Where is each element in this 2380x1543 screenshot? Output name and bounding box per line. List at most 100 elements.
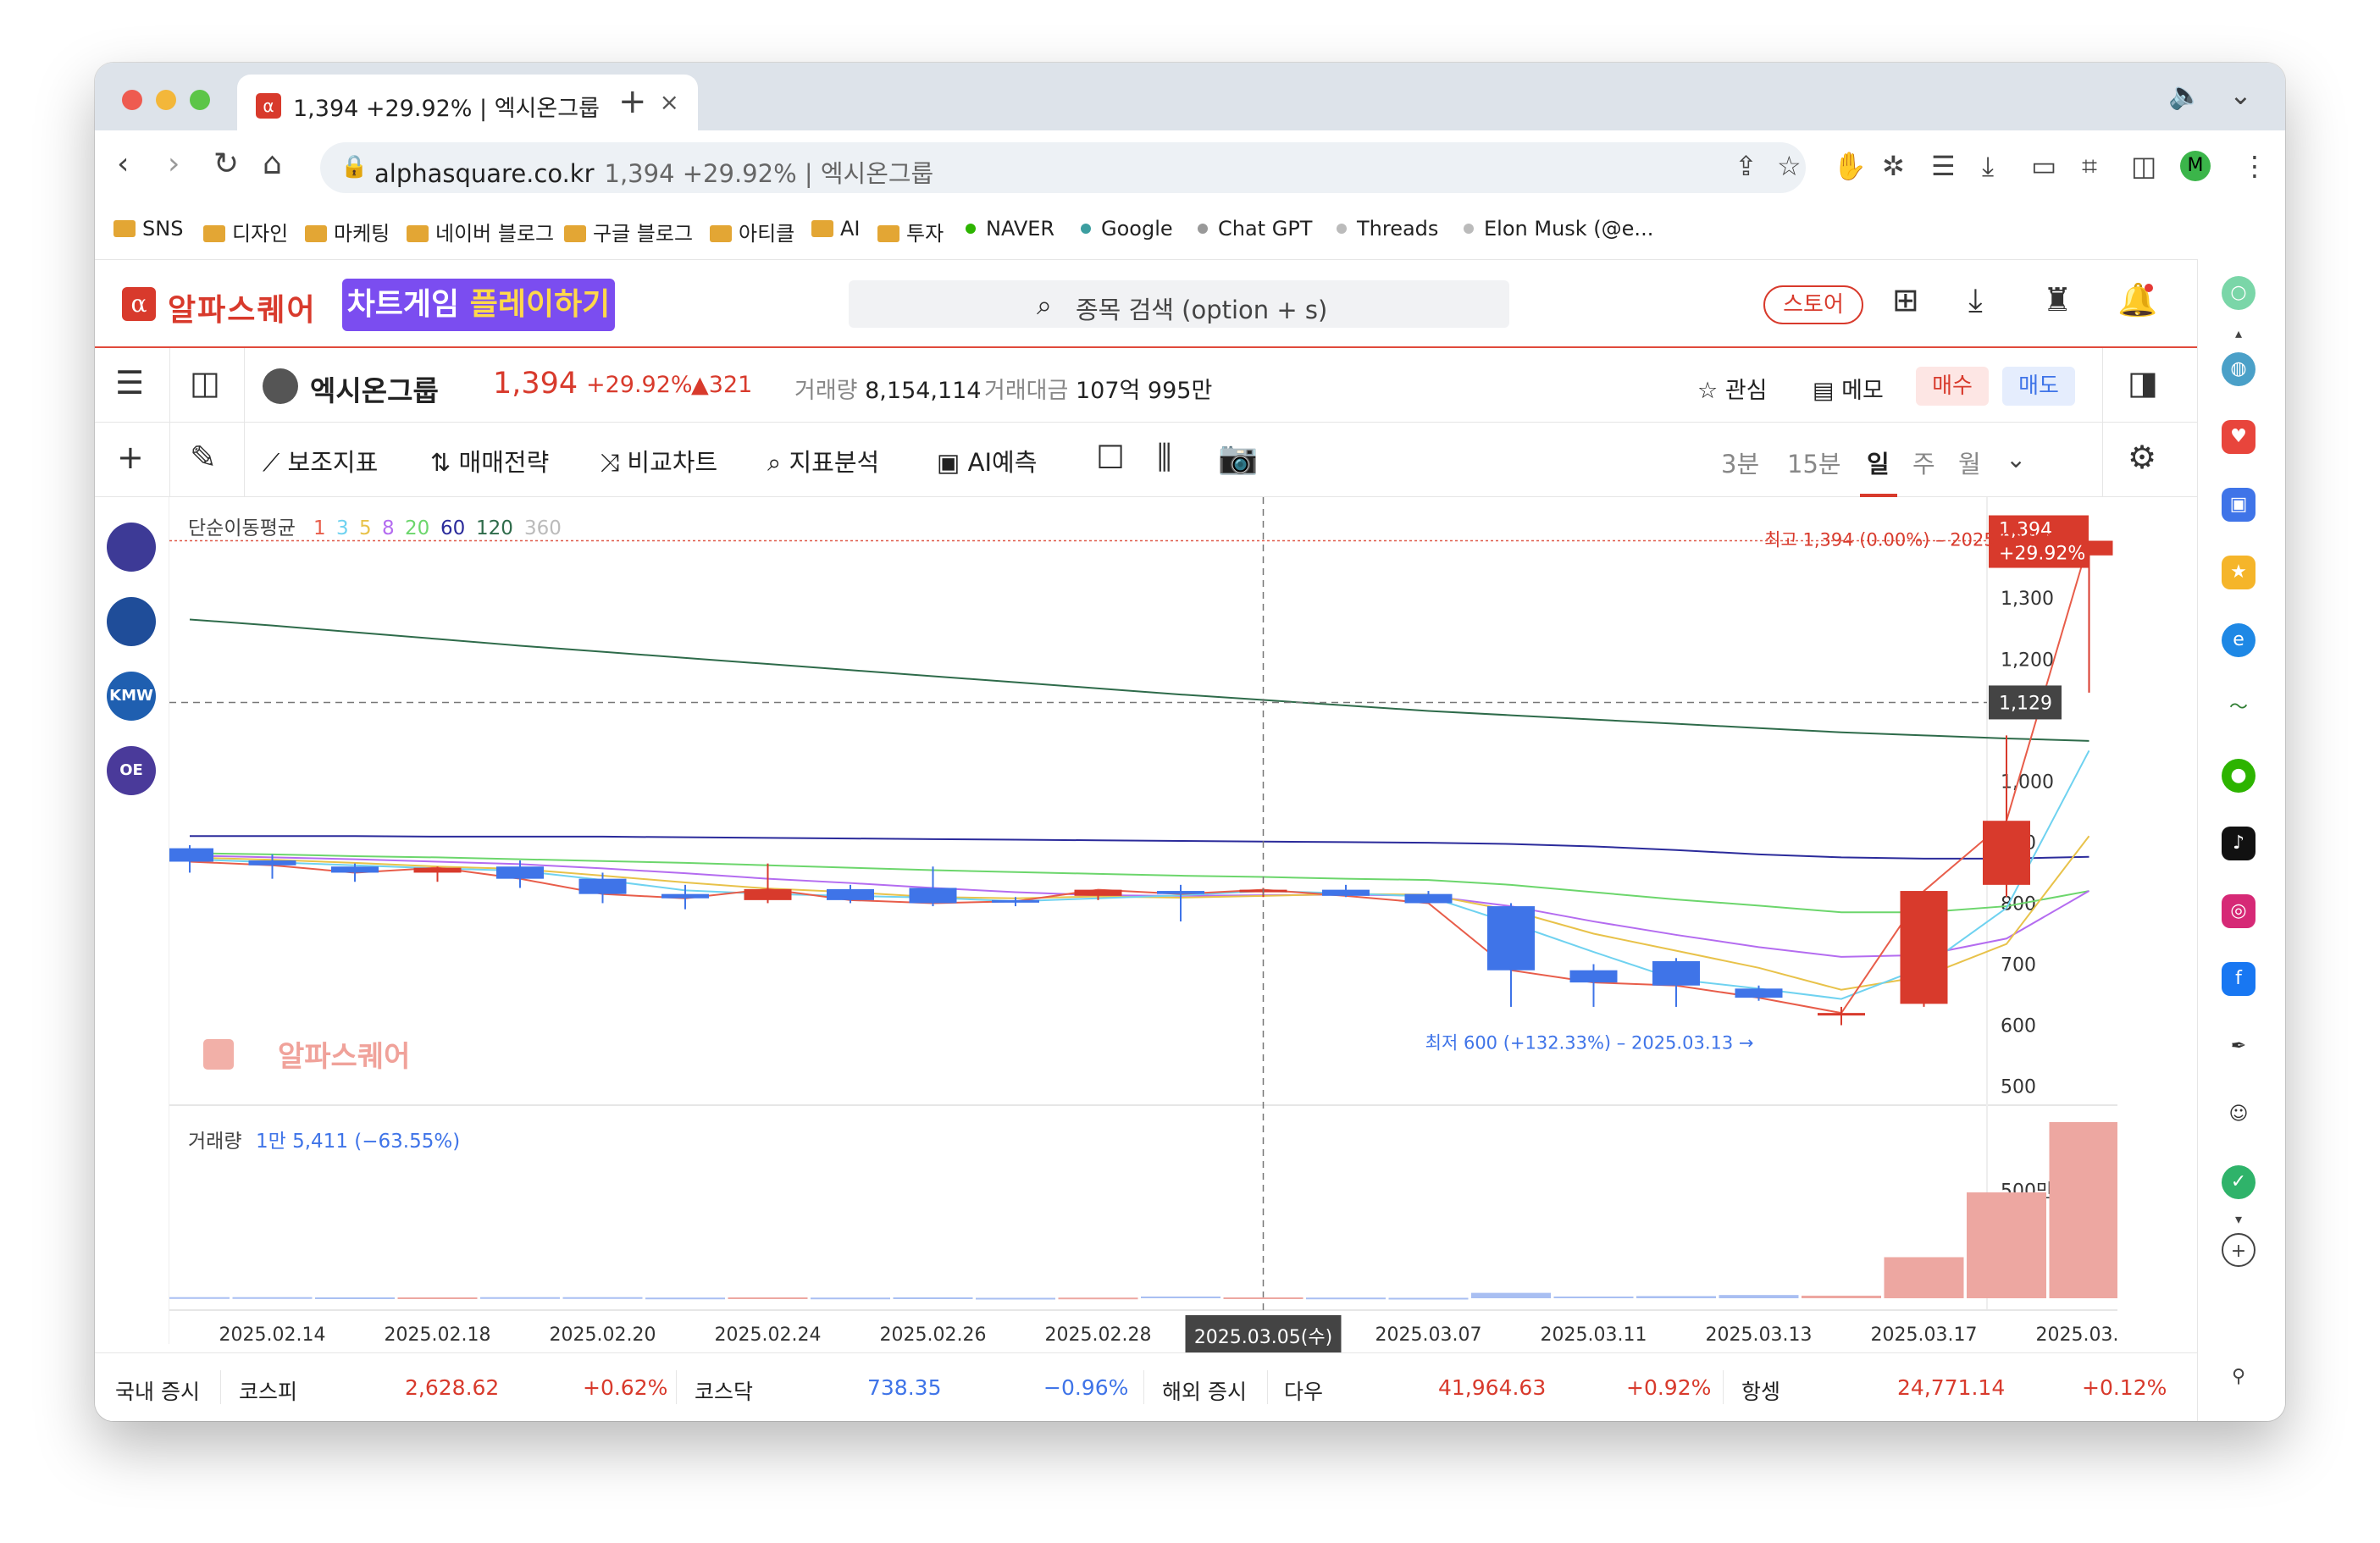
screenshot-icon[interactable]: ⌗ [2082, 152, 2097, 180]
stock-search-box[interactable]: ⌕ 종목 검색 (option + s) [849, 280, 1509, 328]
ghost-icon[interactable]: ☺ [2222, 1098, 2255, 1131]
reading-list-icon[interactable]: ☰ [1931, 152, 1956, 180]
audio-icon[interactable]: 🔈 [2168, 81, 2202, 108]
pin-icon[interactable]: ⚲ [2222, 1360, 2255, 1394]
tab-search-chevron-icon[interactable]: ⌄ [2229, 81, 2252, 108]
bookmark-sns[interactable]: SNS [113, 217, 183, 241]
screen-record-icon[interactable]: ▭ [2031, 152, 2056, 180]
extension-hand-icon[interactable]: ✋ [1833, 152, 1867, 180]
star-ext-icon[interactable]: ★ [2222, 556, 2255, 589]
hangseng-label[interactable]: 항셍 [1741, 1375, 1780, 1406]
recent-stock-avatar-kmw[interactable]: KMW [107, 672, 156, 721]
menu-kebab-icon[interactable]: ⋮ [2241, 152, 2268, 180]
right-panel-icon[interactable]: ◨ [2128, 367, 2158, 399]
ai-forecast-button[interactable]: ▣ AI예측 [937, 443, 1037, 478]
forward-icon[interactable]: › [168, 149, 180, 180]
layout-panel-icon[interactable]: ◫ [190, 367, 220, 399]
extensions-icon[interactable]: ✲ [1882, 152, 1905, 180]
price-chart-svg[interactable]: 단순이동평균135820601203605006007008009001,000… [150, 497, 2142, 1358]
layout-square-icon[interactable]: ☐ [1096, 441, 1125, 473]
bookmark-ai[interactable]: AI [811, 217, 861, 241]
check-icon[interactable]: ✓ [2222, 1165, 2255, 1199]
tab-close-icon[interactable]: × [660, 88, 679, 116]
minimize-window-button[interactable] [156, 90, 176, 110]
globe-icon[interactable]: ◍ [2222, 352, 2255, 386]
share-icon[interactable]: ⇪ [1735, 152, 1757, 180]
alphasquare-logo-icon[interactable]: α [122, 287, 156, 321]
edge-icon[interactable]: e [2222, 623, 2255, 657]
chart-game-banner[interactable]: 차트게임 플레이하기 [342, 279, 615, 331]
pen-ext-icon[interactable]: ✒ [2222, 1030, 2255, 1064]
watchlist-add-icon[interactable]: ⊞ [1892, 284, 1919, 316]
memo-button[interactable]: ▤ 메모 [1813, 372, 1884, 405]
map-pin-icon[interactable]: ● [2222, 759, 2255, 793]
bookmark-threads[interactable]: Threads [1337, 217, 1438, 241]
bookmark-chatgpt[interactable]: Chat GPT [1198, 217, 1312, 241]
kosdaq-label[interactable]: 코스닥 [695, 1375, 753, 1406]
bookmark-star-icon[interactable]: ☆ [1777, 152, 1802, 180]
new-tab-button[interactable]: + [618, 85, 647, 119]
recent-stock-avatar-2[interactable] [107, 597, 156, 646]
recent-stock-avatar-oe[interactable]: OE [107, 746, 156, 795]
bookmark-elon[interactable]: Elon Musk (@e... [1464, 217, 1653, 241]
scroll-up-icon[interactable]: ▴ [2235, 325, 2242, 341]
sell-button[interactable]: 매도 [2002, 367, 2075, 406]
strategy-button[interactable]: ⇅ 매매전략 [430, 443, 549, 478]
candle-type-icon[interactable]: ⫼ [1157, 441, 1171, 473]
facebook-icon[interactable]: f [2222, 962, 2255, 996]
profile-avatar[interactable]: M [2180, 151, 2211, 181]
compare-button[interactable]: ⤨ 비교차트 [600, 443, 717, 478]
period-15min[interactable]: 15분 [1787, 445, 1841, 480]
bookmark-naver[interactable]: NAVER [966, 217, 1054, 241]
indicators-button[interactable]: ⟋ 보조지표 [263, 443, 378, 478]
bookmark-google-blog[interactable]: 구글 블로그 [564, 217, 693, 246]
menu-hamburger-icon[interactable]: ☰ [115, 367, 144, 399]
period-more-chevron-icon[interactable]: ⌄ [2006, 445, 2026, 473]
back-icon[interactable]: ‹ [117, 149, 129, 180]
buy-button[interactable]: 매수 [1916, 367, 1989, 406]
settings-gear-icon[interactable]: ⚙ [2128, 441, 2156, 473]
scroll-down-icon[interactable]: ▾ [2235, 1211, 2242, 1227]
close-window-button[interactable] [122, 90, 142, 110]
dow-label[interactable]: 다우 [1284, 1375, 1323, 1406]
camera-icon[interactable]: 📷 [1218, 441, 1258, 473]
period-day[interactable]: 일 [1867, 445, 1890, 480]
period-3min[interactable]: 3분 [1721, 445, 1759, 480]
chart-area[interactable]: 단순이동평균135820601203605006007008009001,000… [150, 497, 2142, 1358]
reload-icon[interactable]: ↻ [213, 149, 239, 180]
analysis-button[interactable]: ⌕ 지표분석 [767, 443, 879, 478]
bookmark-article[interactable]: 아티클 [710, 217, 794, 246]
recent-stock-avatar-1[interactable] [107, 523, 156, 572]
side-panel-icon[interactable]: ◫ [2131, 152, 2156, 180]
x-icon [1464, 224, 1474, 234]
download-icon[interactable]: ⤓ [1982, 152, 1994, 180]
chart-ext-icon[interactable]: 〜 [2222, 691, 2255, 725]
period-week[interactable]: 주 [1912, 445, 1935, 480]
bookmark-design[interactable]: 디자인 [203, 217, 288, 246]
bookmark-marketing[interactable]: 마케팅 [305, 217, 390, 246]
draw-pen-icon[interactable]: ✎ [190, 441, 217, 473]
briefcase-icon[interactable]: ▣ [2222, 488, 2255, 522]
add-ext-icon[interactable]: + [2222, 1233, 2255, 1267]
bookmark-naver-blog[interactable]: 네이버 블로그 [407, 217, 554, 246]
download-app-icon[interactable]: ⤓ [1968, 284, 1983, 316]
site-info-icon[interactable]: 🔒 [340, 154, 368, 180]
pocket-icon[interactable]: ♥ [2222, 420, 2255, 454]
period-month[interactable]: 월 [1958, 445, 1981, 480]
assistant-icon[interactable]: ○ [2222, 276, 2255, 310]
bookmark-google[interactable]: Google [1081, 217, 1173, 241]
watch-button[interactable]: ☆ 관심 [1697, 372, 1768, 405]
store-button[interactable]: 스토어 [1763, 285, 1863, 324]
home-icon[interactable]: ⌂ [263, 149, 282, 180]
analysis-icon: ⌕ [767, 448, 782, 477]
bookmark-invest[interactable]: 투자 [877, 217, 944, 246]
maximize-window-button[interactable] [190, 90, 210, 110]
address-bar[interactable]: 🔒 alphasquare.co.kr 1,394 +29.92% | 엑시온그룹… [320, 142, 1806, 193]
stock-name[interactable]: 엑시온그룹 [310, 368, 439, 409]
tiktok-icon[interactable]: ♪ [2222, 827, 2255, 860]
add-icon[interactable]: + [117, 441, 144, 473]
alphasquare-logo[interactable]: 알파스퀘어 [168, 285, 317, 329]
kospi-label[interactable]: 코스피 [239, 1375, 297, 1406]
instagram-icon[interactable]: ◎ [2222, 894, 2255, 928]
trophy-icon[interactable]: ♜ [2043, 284, 2072, 316]
